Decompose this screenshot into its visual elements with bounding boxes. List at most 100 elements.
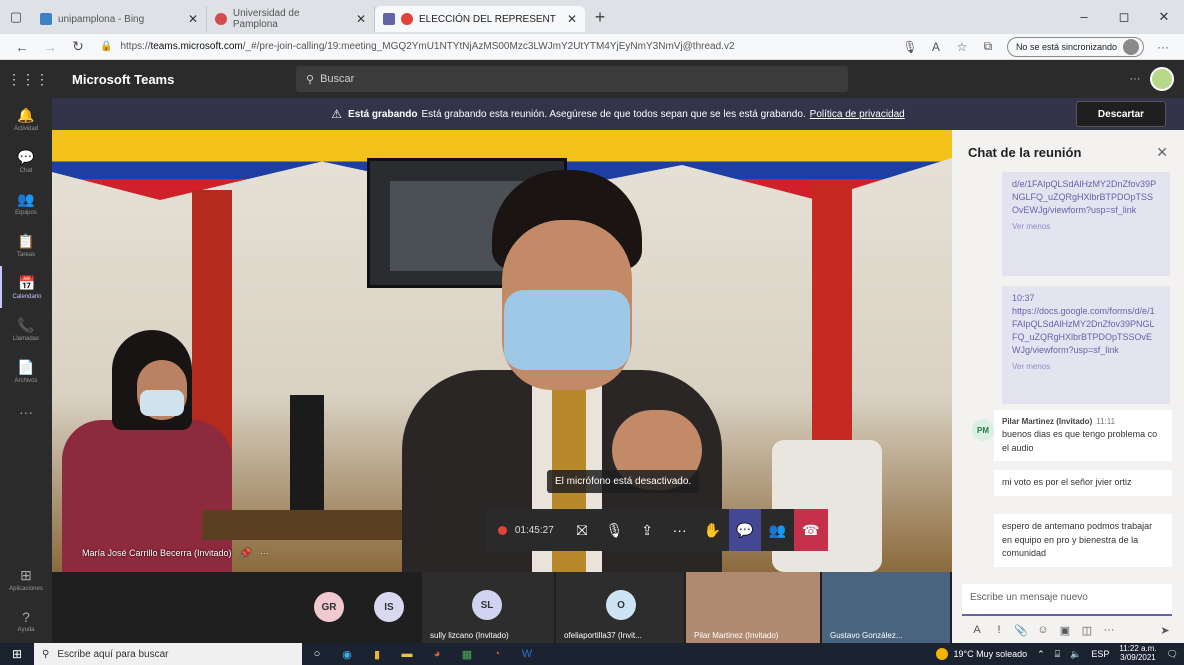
- settings-more-icon[interactable]: ···: [1150, 40, 1176, 54]
- gif-icon[interactable]: ▣: [1054, 624, 1076, 637]
- emoji-icon[interactable]: ☺: [1032, 624, 1054, 636]
- close-window-button[interactable]: ✕: [1144, 9, 1184, 25]
- close-icon[interactable]: ✕: [1156, 144, 1168, 161]
- chevron-up-icon[interactable]: ⌃: [1037, 649, 1045, 660]
- clock[interactable]: 11:22 a.m. 3/09/2021: [1119, 644, 1156, 663]
- tasks-icon: 📋: [17, 232, 35, 249]
- read-aloud-icon[interactable]: A: [923, 40, 949, 54]
- pin-icon[interactable]: 📌: [240, 548, 251, 558]
- rail-item-teams[interactable]: 👥 Equipos: [0, 182, 52, 224]
- rail-label: Equipos: [15, 209, 37, 216]
- chat-message: espero de antemano podmos trabajar en eq…: [994, 514, 1172, 567]
- cortana-icon[interactable]: ○: [302, 648, 332, 660]
- hand-icon: ✋: [703, 521, 721, 538]
- explorer-icon[interactable]: ▬: [392, 648, 422, 660]
- format-icon[interactable]: A: [966, 624, 988, 636]
- url-path: /_#/pre-join-calling/19:meeting_MGQ2YmU1…: [242, 41, 735, 52]
- participant-video-tile[interactable]: Gustavo González...: [822, 572, 950, 643]
- more-actions-button[interactable]: ···: [663, 509, 696, 551]
- rail-label: Aplicaciones: [9, 585, 43, 592]
- firefox-icon[interactable]: ◔: [482, 648, 512, 660]
- volume-icon[interactable]: 🔈: [1070, 649, 1081, 660]
- refresh-icon[interactable]: ↻: [64, 38, 92, 55]
- attach-icon[interactable]: 📎: [1010, 624, 1032, 637]
- participant-tile[interactable]: O ofeliaportilla37 (Invit...: [556, 572, 684, 643]
- chrome-icon[interactable]: ◕: [422, 648, 452, 660]
- see-less-link[interactable]: Ver menos: [1012, 221, 1160, 233]
- participant-gallery: GR IS SL sully lizcano (Invitado) O ofel…: [52, 572, 952, 643]
- weather-text[interactable]: 19°C Muy soleado: [954, 649, 1028, 659]
- search-input[interactable]: ⚲ Buscar: [296, 66, 848, 92]
- participant-video-tile[interactable]: Pilar Martinez (Invitado): [686, 572, 820, 643]
- forward-icon[interactable]: →: [36, 39, 64, 55]
- participant-tile[interactable]: IS: [362, 572, 422, 643]
- close-tab-icon[interactable]: ✕: [557, 12, 577, 26]
- rail-item-more[interactable]: ···: [0, 392, 52, 434]
- participant-tile[interactable]: SL sully lizcano (Invitado): [422, 572, 554, 643]
- camera-off-button[interactable]: ⛝: [566, 509, 599, 551]
- collections-icon[interactable]: ⧉: [975, 39, 1001, 54]
- compose-toolbar: A ! 📎 ☺ ▣ ◫ ··· ➤: [966, 620, 1176, 640]
- rail-item-calendar[interactable]: 📅 Calendario: [0, 266, 52, 308]
- chat-button[interactable]: 💬: [728, 509, 762, 551]
- rail-item-help[interactable]: ? Ayuda: [0, 600, 52, 642]
- microphone-icon[interactable]: 🎙: [897, 40, 923, 54]
- browser-tab-unipamplona[interactable]: Universidad de Pamplona ✕: [207, 6, 375, 32]
- sync-status-button[interactable]: No se está sincronizando: [1006, 36, 1144, 57]
- rail-item-calls[interactable]: 📞 Llamadas: [0, 308, 52, 350]
- windows-start-icon[interactable]: ⊞: [0, 647, 34, 661]
- close-tab-icon[interactable]: ✕: [346, 12, 366, 26]
- more-icon[interactable]: ···: [1098, 624, 1120, 636]
- word-icon[interactable]: W: [512, 648, 542, 660]
- raise-hand-button[interactable]: ✋: [696, 509, 729, 551]
- close-tab-icon[interactable]: ✕: [178, 12, 198, 26]
- participants-button[interactable]: 👥: [761, 509, 794, 551]
- avatar[interactable]: [1150, 67, 1174, 91]
- discard-button[interactable]: Descartar: [1076, 101, 1166, 127]
- more-options-icon[interactable]: ···: [1120, 73, 1150, 85]
- window-menu-icon[interactable]: ▢: [0, 0, 32, 34]
- new-tab-button[interactable]: +: [585, 7, 615, 28]
- app-title: Microsoft Teams: [72, 71, 175, 87]
- participant-tile[interactable]: GR: [302, 572, 362, 643]
- browser-tab-bing[interactable]: unipamplona - Bing ✕: [32, 6, 207, 32]
- profile-avatar: [1123, 38, 1139, 55]
- url-field[interactable]: 🔒 https://teams.microsoft.com/_#/pre-joi…: [92, 37, 897, 57]
- share-button[interactable]: ⇪: [631, 509, 664, 551]
- app-rail: 🔔 Actividad 💬 Chat 👥 Equipos 📋 Tareas 📅 Calen…: [0, 98, 52, 643]
- avatar: SL: [472, 590, 502, 620]
- browser-tab-teams[interactable]: ELECCIÓN DEL REPRESENT ✕: [375, 6, 585, 32]
- important-icon[interactable]: !: [988, 624, 1010, 636]
- message-text: mi voto es por el señor jvier ortiz: [1002, 477, 1132, 487]
- app-icon[interactable]: ▦: [452, 648, 482, 661]
- mic-off-button[interactable]: 🎙: [598, 509, 631, 551]
- minimize-button[interactable]: –: [1064, 9, 1104, 25]
- favorites-icon[interactable]: ☆: [949, 40, 975, 54]
- rail-item-apps[interactable]: ⊞ Aplicaciones: [0, 558, 52, 600]
- back-icon[interactable]: ←: [8, 39, 36, 55]
- phone-icon: 📞: [17, 316, 35, 333]
- edge-icon[interactable]: ◉: [332, 648, 362, 661]
- message-input[interactable]: Escribe un mensaje nuevo: [962, 584, 1172, 616]
- weather-icon: [935, 648, 948, 660]
- leave-button[interactable]: ☎: [793, 509, 829, 551]
- app-launcher-icon[interactable]: ⋮⋮⋮: [0, 71, 56, 88]
- network-icon[interactable]: ⌸: [1055, 649, 1060, 660]
- message-text: d/e/1FAIpQLSdAlHzMY2DnZfov39PNGLFQ_uZQRg…: [1012, 179, 1157, 216]
- privacy-link[interactable]: Política de privacidad: [810, 109, 905, 120]
- taskbar-search-input[interactable]: ⚲ Escribe aquí para buscar: [34, 643, 302, 665]
- more-options-icon[interactable]: ···: [260, 548, 269, 558]
- rail-label: Actividad: [13, 125, 39, 132]
- chart-app-icon[interactable]: ▮: [362, 648, 392, 661]
- rail-item-activity[interactable]: 🔔 Actividad: [0, 98, 52, 140]
- sticker-icon[interactable]: ◫: [1076, 624, 1098, 637]
- notifications-icon[interactable]: 🗨: [1167, 649, 1178, 660]
- bell-icon: 🔔: [17, 106, 35, 123]
- see-less-link[interactable]: Ver menos: [1012, 361, 1160, 373]
- maximize-button[interactable]: ◻: [1104, 9, 1144, 25]
- language-indicator[interactable]: ESP: [1091, 649, 1109, 659]
- send-icon[interactable]: ➤: [1154, 624, 1176, 637]
- rail-item-files[interactable]: 📄 Archivos: [0, 350, 52, 392]
- rail-item-tasks[interactable]: 📋 Tareas: [0, 224, 52, 266]
- rail-item-chat[interactable]: 💬 Chat: [0, 140, 52, 182]
